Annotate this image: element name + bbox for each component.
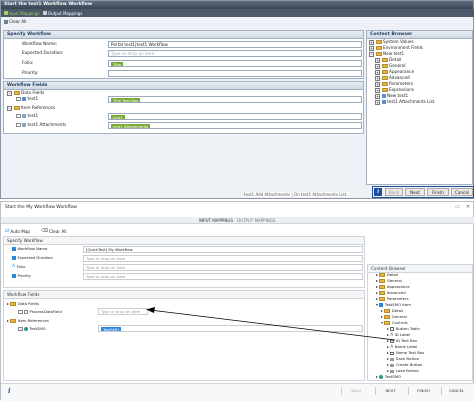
drag-arrow [146, 307, 396, 341]
drag-arrow-head [146, 307, 155, 313]
drag-arrow-line [149, 309, 396, 341]
